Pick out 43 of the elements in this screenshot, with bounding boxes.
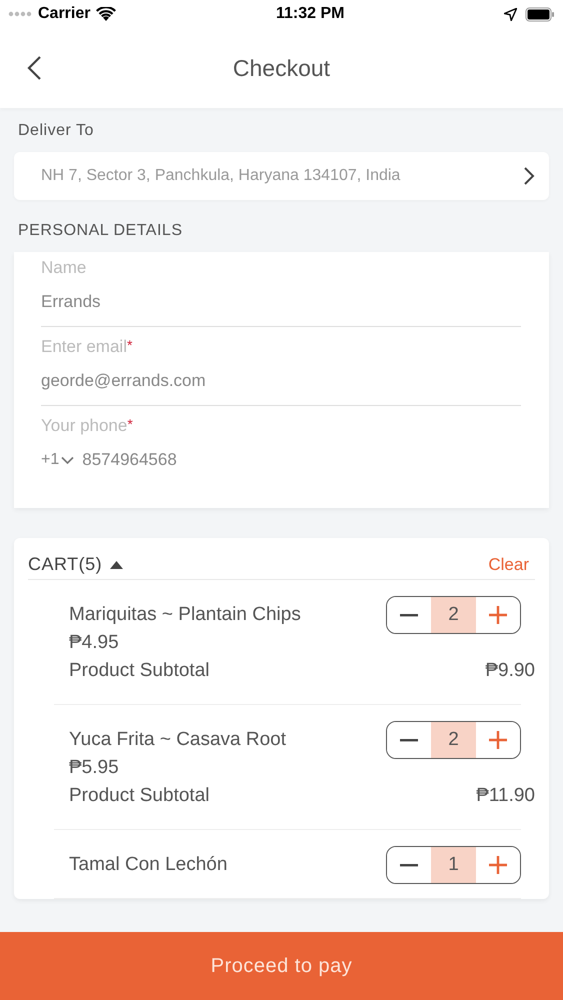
plus-icon <box>489 606 507 624</box>
subtotal-amount: ₱11.90 <box>476 785 535 807</box>
product-name: Tamal Con Lechón <box>69 854 228 876</box>
required-asterisk: * <box>126 337 132 353</box>
required-asterisk: * <box>127 416 133 432</box>
section-heading: PERSONAL DETAILS <box>17 222 184 240</box>
plus-icon <box>489 731 507 749</box>
text-input[interactable]: georde@errands.com <box>41 371 206 391</box>
minus-icon <box>400 614 418 616</box>
subtotal-label: Product Subtotal <box>69 660 210 682</box>
product-name: Yuca Frita ~ Casava Root <box>69 729 288 751</box>
address-selector[interactable]: NH 7, Sector 3, Panchkula, Haryana 134107, India <box>14 152 549 200</box>
proceed-to-pay-button[interactable]: Proceed to pay <box>0 932 563 1000</box>
location-arrow-icon <box>504 8 517 20</box>
plus-icon <box>489 856 507 874</box>
clear-link[interactable]: Clear <box>488 554 529 574</box>
section-label: Deliver To <box>17 122 95 140</box>
signal-icon <box>8 11 32 17</box>
subtotal-amount: ₱9.90 <box>485 660 535 682</box>
subtotal-label: Product Subtotal <box>69 785 210 807</box>
product-price: ₱5.95 <box>69 757 120 779</box>
phone-input[interactable]: 8574964568 <box>82 450 177 470</box>
battery-icon <box>525 6 555 22</box>
chevron-right-icon <box>523 166 535 186</box>
quantity-value: 2 <box>431 597 476 633</box>
wifi-icon <box>96 6 116 22</box>
country-code-dropdown[interactable]: +1 <box>41 451 74 469</box>
page-title: Checkout <box>232 54 330 82</box>
quantity-value: 1 <box>431 847 476 883</box>
text-input[interactable]: Errands <box>41 292 101 312</box>
field-label: Enter email* <box>41 337 134 357</box>
product-name: Mariquitas ~ Plantain Chips <box>69 604 302 626</box>
carrier-name: Carrier <box>38 5 90 23</box>
minus-icon <box>400 864 418 866</box>
minus-icon <box>400 738 418 742</box>
status-time: 11:32 PM <box>276 5 344 23</box>
chevron-left-icon <box>26 55 42 81</box>
chevron-down-icon <box>61 456 74 464</box>
product-price: ₱4.95 <box>69 632 120 654</box>
quantity-value: 2 <box>431 722 476 758</box>
field-label: Name <box>41 258 88 278</box>
cart-toggle[interactable]: CART(5) <box>28 554 124 575</box>
field-label: Your phone* <box>41 416 134 436</box>
